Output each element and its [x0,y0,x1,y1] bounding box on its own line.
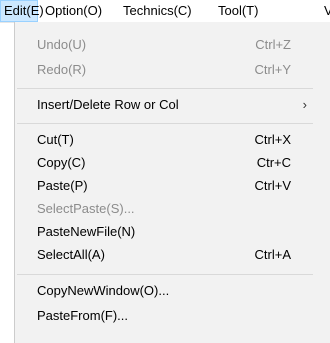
separator [17,274,313,275]
paste-from-label: PasteFrom(F)... [37,308,129,323]
redo-label: Redo(R) [37,62,87,77]
select-all-shortcut: Ctrl+A [254,247,291,262]
menu-item-paste[interactable]: Paste(P) Ctrl+V [37,175,327,197]
paste-shortcut: Ctrl+V [254,178,291,193]
menu-view-partial[interactable]: V [324,0,330,22]
copy-new-window-label: CopyNewWindow(O)... [37,283,170,298]
chevron-right-icon: › [302,97,307,112]
select-all-label: SelectAll(A) [37,247,105,262]
menu-bar: Edit(E) Option(O) Technics(C) Tool(T) V [0,0,330,23]
menu-item-copy[interactable]: Copy(C) Ctr+C [37,152,327,174]
separator [17,88,313,89]
cut-shortcut: Ctrl+X [254,132,291,147]
menu-technics[interactable]: Technics(C) [123,0,192,22]
menu-item-paste-from[interactable]: PasteFrom(F)... [37,305,327,327]
menu-item-select-all[interactable]: SelectAll(A) Ctrl+A [37,244,327,266]
paste-new-file-label: PasteNewFile(N) [37,224,136,239]
menu-tool[interactable]: Tool(T) [218,0,258,22]
undo-label: Undo(U) [37,37,87,52]
menu-item-select-paste[interactable]: SelectPaste(S)... [37,198,327,220]
menu-item-cut[interactable]: Cut(T) Ctrl+X [37,129,327,151]
separator [17,123,313,124]
menu-edit[interactable]: Edit(E) [0,0,44,22]
copy-label: Copy(C) [37,155,86,170]
insert-delete-label: Insert/Delete Row or Col [37,97,179,112]
menu-item-paste-new-file[interactable]: PasteNewFile(N) [37,221,327,243]
menu-item-undo[interactable]: Undo(U) Ctrl+Z [37,34,327,56]
menu-option[interactable]: Option(O) [45,0,102,22]
undo-shortcut: Ctrl+Z [255,37,291,52]
menu-item-copy-new-window[interactable]: CopyNewWindow(O)... [37,280,327,302]
paste-label: Paste(P) [37,178,88,193]
select-paste-label: SelectPaste(S)... [37,201,135,216]
copy-shortcut: Ctr+C [256,155,291,170]
redo-shortcut: Ctrl+Y [254,62,291,77]
edit-dropdown-menu: Undo(U) Ctrl+Z Redo(R) Ctrl+Y Insert/Del… [14,22,330,343]
cut-label: Cut(T) [37,132,74,147]
menu-item-redo[interactable]: Redo(R) Ctrl+Y [37,59,327,81]
menu-item-insert-delete-row-col[interactable]: Insert/Delete Row or Col › [37,94,327,116]
